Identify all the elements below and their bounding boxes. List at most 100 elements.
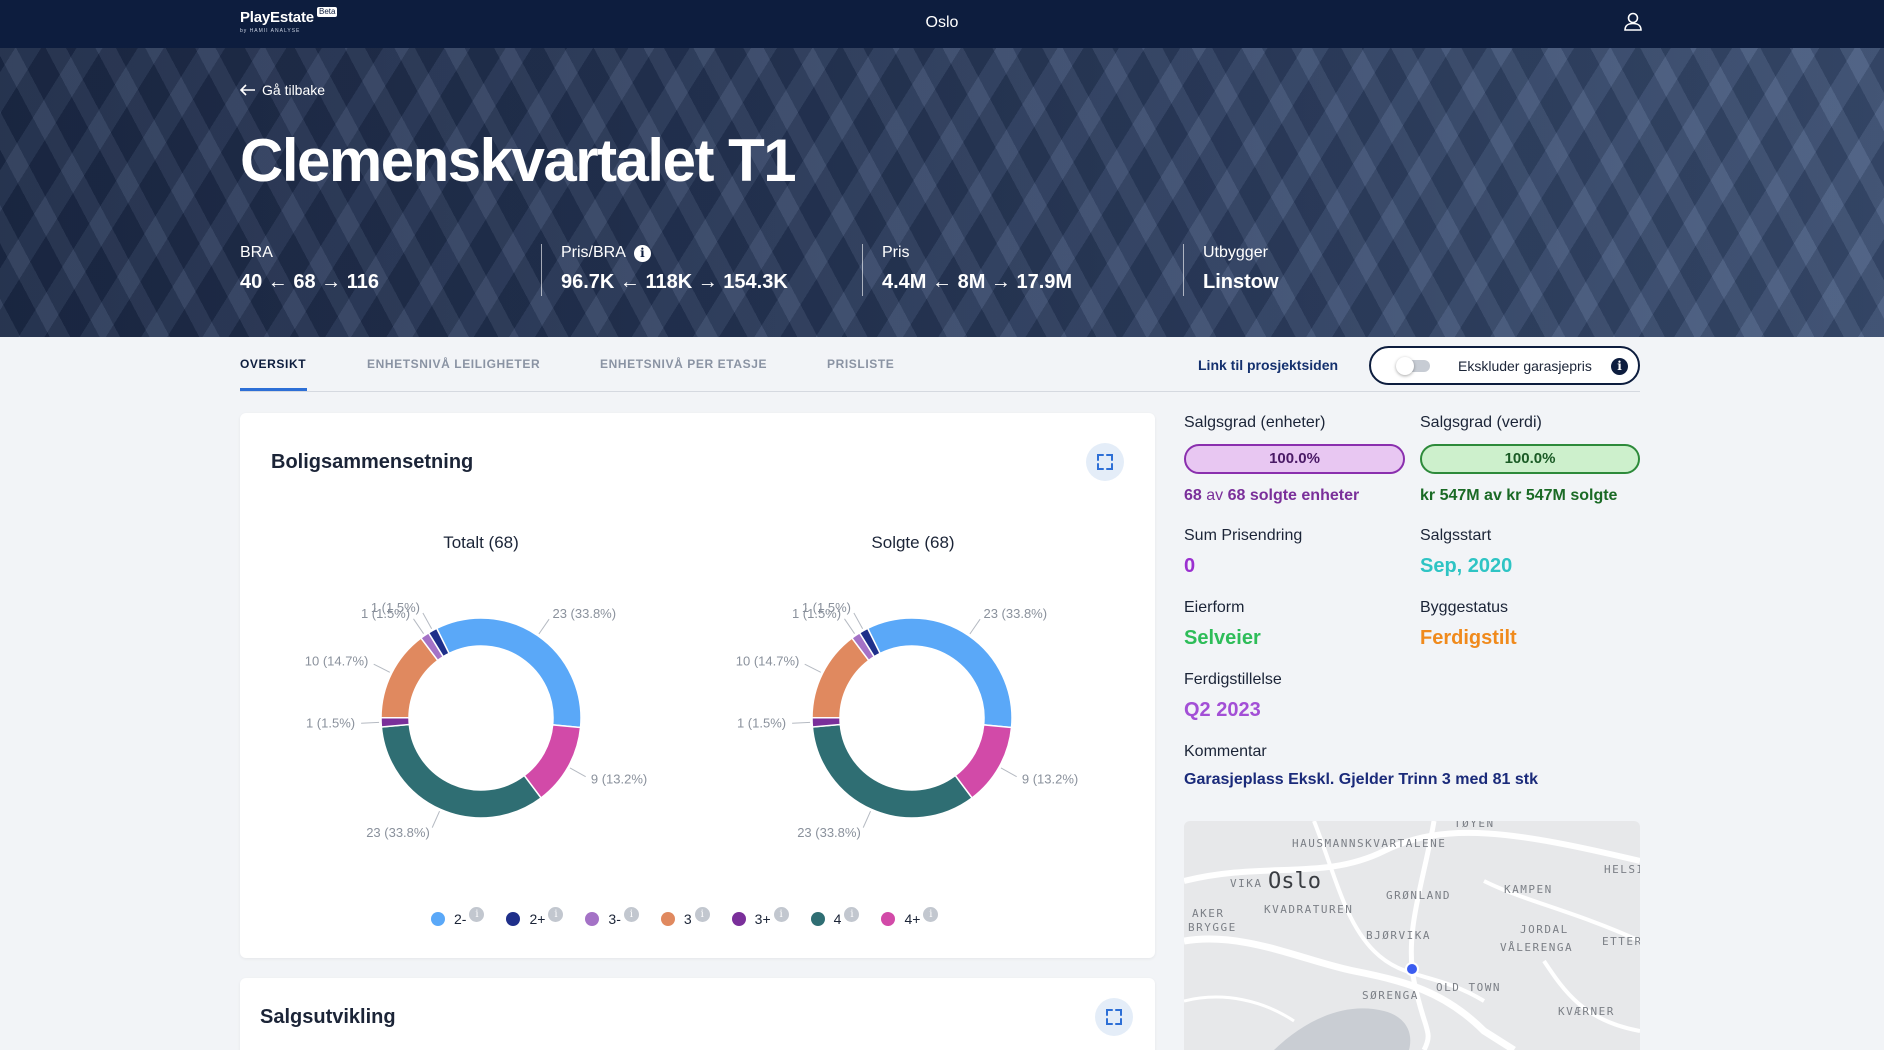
salgsstart-label: Salgsstart	[1420, 527, 1492, 544]
city-name: Oslo	[925, 14, 959, 31]
expand-button[interactable]	[1086, 443, 1124, 481]
expand-button[interactable]	[1095, 998, 1133, 1036]
info-icon[interactable]: i	[844, 906, 860, 922]
legend-label: 3	[683, 911, 692, 927]
byggestatus-label: Byggestatus	[1420, 599, 1509, 616]
stat-pris-bra: Pris/BRA i 96.7K ← 118K → 154.3K	[561, 244, 788, 294]
map-label: OLD TOWN	[1436, 981, 1501, 994]
label-leader-line	[862, 810, 871, 828]
legend-item[interactable]: 2+ i	[506, 906, 564, 927]
label-leader-line	[853, 612, 864, 629]
byggestatus-value: Ferdigstilt	[1420, 627, 1517, 649]
label-leader-line	[361, 721, 380, 724]
stat-label: Pris/BRA	[561, 244, 626, 261]
donut-slice-2-[interactable]	[866, 617, 1013, 729]
stat-value: 40 ← 68 → 116	[240, 271, 379, 293]
map-label: JORDAL	[1520, 923, 1569, 936]
label-leader-line	[373, 663, 391, 673]
info-icon[interactable]: i	[923, 906, 939, 922]
donut-slice-2-[interactable]	[435, 617, 582, 729]
legend-dot	[585, 912, 600, 926]
info-icon[interactable]: i	[773, 906, 789, 922]
tab-prisliste[interactable]: PRISLISTE	[827, 357, 894, 371]
location-pin-icon[interactable]	[1405, 962, 1419, 976]
salgsgrad-enheter-bar: 100.0%	[1184, 444, 1405, 474]
expand-icon	[1106, 1009, 1122, 1025]
legend-dot	[506, 912, 521, 926]
data-label: 9 (13.2%)	[591, 772, 647, 787]
card-title: Boligsammensetning	[271, 451, 474, 473]
sub-separator: av	[1201, 487, 1228, 504]
info-icon[interactable]: i	[548, 906, 564, 922]
stat-value: 96.7K ← 118K → 154.3K	[561, 271, 788, 293]
legend-item[interactable]: 4+ i	[881, 906, 939, 927]
location-map[interactable]: TØYEN HAUSMANNSKVARTALENE HELSI VIKA Osl…	[1184, 821, 1640, 1050]
data-label: 10 (14.7%)	[305, 654, 369, 669]
tab-oversikt[interactable]: OVERSIKT	[240, 357, 306, 371]
data-label: 23 (33.8%)	[797, 825, 861, 840]
data-label: 1 (1.5%)	[371, 600, 420, 615]
donut-charts: 23 (33.8%) 9 (13.2%) 23 (33.8%) 1 (1.5%) 10 …	[305, 600, 1079, 840]
legend-dot	[431, 912, 445, 926]
stat-value: 4.4M ← 8M → 17.9M	[882, 271, 1073, 293]
exclude-garage-toggle[interactable]: Ekskluder garasjepris i	[1369, 346, 1640, 385]
stat-label: Pris	[882, 244, 910, 261]
legend-dot	[881, 912, 896, 926]
total-units: 68	[1227, 487, 1246, 504]
label-leader-line	[792, 721, 811, 724]
stat-label: BRA	[240, 244, 273, 261]
data-label: 1 (1.5%)	[306, 715, 355, 730]
legend-label: 3+	[754, 911, 771, 927]
legend-item[interactable]: 2- i	[431, 906, 485, 927]
sold-units: 68	[1184, 487, 1202, 504]
map-label: KVÆRNER	[1558, 1005, 1615, 1018]
tab-bar: OVERSIKT ENHETSNIVÅ LEILIGHETER ENHETSNI…	[240, 337, 1640, 392]
stat-divider	[541, 244, 542, 296]
legend-item[interactable]: 3- i	[585, 906, 639, 927]
legend-item[interactable]: 4i	[810, 906, 860, 927]
map-label: GRØNLAND	[1386, 889, 1451, 902]
tab-enhetsniva-per-etasje[interactable]: ENHETSNIVÅ PER ETASJE	[600, 357, 767, 371]
map-label: KVADRATUREN	[1264, 903, 1354, 916]
chart-title-solgte: Solgte (68)	[871, 533, 955, 552]
donut-slice-3+[interactable]	[811, 716, 842, 728]
info-icon[interactable]: i	[623, 906, 639, 922]
card-title: Salgsutvikling	[260, 1006, 396, 1028]
map-city: Oslo	[1268, 869, 1321, 894]
map-label: ETTER	[1602, 935, 1640, 948]
donut-slice-4[interactable]	[380, 723, 543, 819]
ferdigstillelse-value: Q2 2023	[1184, 699, 1261, 721]
info-icon[interactable]: i	[633, 244, 651, 262]
legend-dot	[810, 912, 825, 926]
stat-utbygger: Utbygger Linstow	[1203, 244, 1279, 294]
arrow-left-icon	[240, 84, 255, 96]
map-label: VÅLERENGA	[1500, 941, 1574, 954]
project-page-link[interactable]: Link til prosjektsiden	[1198, 357, 1338, 373]
stat-divider	[862, 244, 863, 296]
kommentar-label: Kommentar	[1184, 743, 1267, 760]
chart-title-totalt: Totalt (68)	[443, 533, 519, 552]
salgsgrad-verdi-sub: kr 547M av kr 547M solgte	[1420, 487, 1618, 504]
stat-pris: Pris 4.4M ← 8M → 17.9M	[882, 244, 1072, 294]
user-icon[interactable]	[1622, 11, 1644, 33]
info-icon[interactable]: i	[1611, 358, 1628, 375]
label-leader-line	[431, 810, 440, 828]
map-label: SØRENGA	[1362, 989, 1419, 1002]
ferdigstillelse-label: Ferdigstillelse	[1184, 671, 1282, 688]
donut-slice-4[interactable]	[811, 723, 974, 819]
project-hero: Gå tilbake Clemenskvartalet T1 BRA 40 ← …	[0, 48, 1884, 337]
back-link[interactable]: Gå tilbake	[240, 82, 325, 98]
legend-item[interactable]: 3i	[660, 906, 710, 927]
active-tab-indicator	[240, 388, 307, 391]
sub-tail: solgte enheter	[1245, 487, 1360, 504]
toggle-switch[interactable]	[1396, 357, 1430, 375]
donut-slice-3+[interactable]	[380, 716, 411, 728]
tab-enhetsniva-leiligheter[interactable]: ENHETSNIVÅ LEILIGHETER	[367, 357, 540, 371]
legend-label: 2+	[529, 911, 546, 927]
info-icon[interactable]: i	[694, 906, 710, 922]
sum-prisendring-value: 0	[1184, 555, 1196, 577]
label-leader-line	[1000, 767, 1017, 778]
legend-item[interactable]: 3+ i	[731, 906, 789, 927]
toggle-knob	[1396, 357, 1414, 375]
info-icon[interactable]: i	[469, 906, 485, 922]
